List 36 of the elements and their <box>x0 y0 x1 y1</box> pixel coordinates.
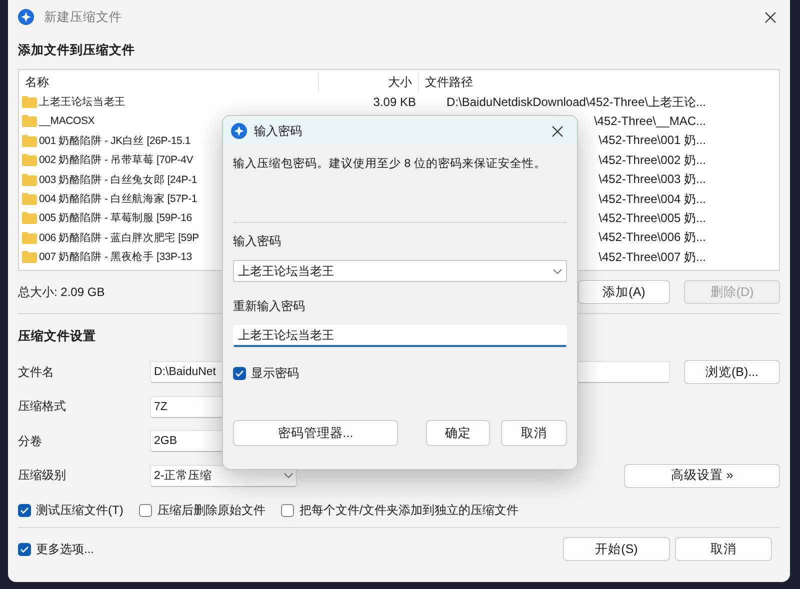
file-name: 002 奶酪陷阱 - 吊带草莓 [70P-4V <box>39 153 194 168</box>
file-name: 005 奶酪陷阱 - 草莓制服 [59P-16 <box>39 211 192 226</box>
checkbox-label: 压缩后删除原始文件 <box>157 502 266 518</box>
file-path: D:\BaiduNetdiskDownload\452-Three\上老王论... <box>446 94 706 111</box>
file-path: \452-Three\007 奶... <box>598 248 706 266</box>
file-name: 003 奶酪陷阱 - 白丝兔女郎 [24P-1 <box>39 172 198 187</box>
dialog-message: 输入压缩包密码。建议使用至少 8 位的密码来保证安全性。 <box>233 158 546 170</box>
field-label: 压缩级别 <box>18 467 67 484</box>
file-name: 007 奶酪陷阱 - 黑夜枪手 [33P-13 <box>39 250 192 264</box>
section-heading: 压缩文件设置 <box>18 328 96 345</box>
file-name: __MACOSX <box>39 115 95 128</box>
file-name: 004 奶酪陷阱 - 白丝航海家 [57P-1 <box>39 192 198 206</box>
field-label: 压缩格式 <box>18 398 67 416</box>
checkbox-label: 把每个文件/文件夹添加到独立的压缩文件 <box>299 502 519 518</box>
file-name: 001 奶酪陷阱 - JK白丝 [26P-15.1 <box>39 134 190 148</box>
window-title: 新建压缩文件 <box>44 8 122 26</box>
file-path: \452-Three\005 奶... <box>598 210 706 227</box>
file-path: \452-Three\002 奶... <box>598 152 706 169</box>
file-path: \452-Three\004 奶... <box>598 190 706 208</box>
file-name: 上老王论坛当老王 <box>39 95 126 110</box>
file-size: 3.09 KB <box>373 95 416 110</box>
file-path: \452-Three\003 奶... <box>598 171 706 188</box>
dialog-title: 输入密码 <box>254 122 302 140</box>
total-size: 总大小: 2.09 GB <box>18 284 105 300</box>
file-path: \452-Three\001 奶... <box>598 132 706 150</box>
file-path: \452-Three\__MAC... <box>594 114 706 128</box>
field-label: 分卷 <box>18 432 43 450</box>
checkbox-label: 显示密码 <box>251 365 299 382</box>
file-name: 006 奶酪陷阱 - 蓝白胖次肥宅 [59P <box>39 230 199 245</box>
checkbox-label: 测试压缩文件(T) <box>36 502 124 518</box>
checkbox-label: 更多选项... <box>36 540 94 558</box>
file-path: \452-Three\006 奶... <box>598 229 706 246</box>
field-label: 输入密码 <box>233 234 281 248</box>
field-label: 重新输入密码 <box>233 299 305 313</box>
section-heading: 添加文件到压缩文件 <box>18 42 135 59</box>
field-label: 文件名 <box>18 364 55 381</box>
